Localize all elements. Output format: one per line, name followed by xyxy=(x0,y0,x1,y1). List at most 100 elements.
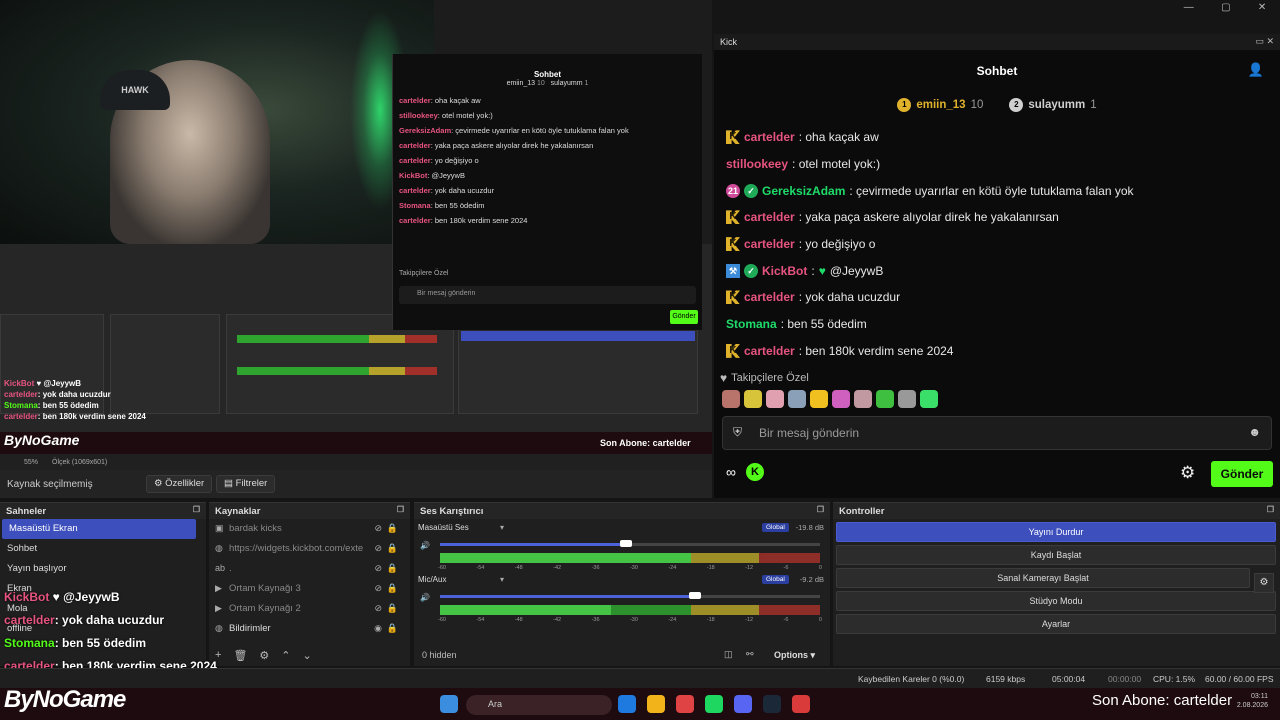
control-button[interactable]: Kaydı Başlat xyxy=(836,545,1276,565)
chat-username[interactable]: stillookeey xyxy=(726,157,788,171)
kick-badge-icon: K xyxy=(726,210,740,225)
chat-username[interactable]: cartelder xyxy=(744,237,795,251)
zoom-level[interactable]: 55% xyxy=(24,459,38,466)
nested-chat-text: ben 180k verdim sene 2024 xyxy=(434,216,528,225)
chat-username[interactable]: GereksizAdam xyxy=(762,184,845,198)
canvas-scale[interactable]: Ölçek (1069x601) xyxy=(52,459,107,466)
move-down-button[interactable]: ⌄ xyxy=(303,649,312,662)
emote-icon[interactable] xyxy=(744,390,762,408)
source-item[interactable]: ▶ Ortam Kaynağı 3 ⊘ 🔒 xyxy=(209,579,410,599)
link-icon[interactable]: ⚯ xyxy=(746,649,754,660)
visibility-icon[interactable]: ⊘ xyxy=(374,563,382,574)
remove-source-button[interactable]: 🗑 xyxy=(233,649,247,662)
control-button[interactable]: Ayarlar xyxy=(836,614,1276,634)
layout-icon[interactable]: ◫ xyxy=(724,649,733,660)
taskbar-icons xyxy=(440,695,458,713)
emote-icon[interactable] xyxy=(920,390,938,408)
chat-username[interactable]: cartelder xyxy=(744,130,795,144)
chat-username[interactable]: KickBot xyxy=(762,264,807,278)
source-item[interactable]: ▶ Ortam Kaynağı 2 ⊘ 🔒 xyxy=(209,599,410,619)
maximize-button[interactable]: ▢ xyxy=(1221,2,1230,13)
lock-icon[interactable]: 🔒 xyxy=(387,563,398,574)
control-button[interactable]: Stüdyo Modu xyxy=(836,591,1276,611)
options-button[interactable]: Options ▾ xyxy=(774,650,815,661)
chat-input[interactable]: ⛨ Bir mesaj gönderin ☻ xyxy=(722,416,1272,450)
visibility-icon[interactable]: ⊘ xyxy=(374,583,382,594)
lock-icon[interactable]: 🔒 xyxy=(387,583,398,594)
filters-button[interactable]: ▤ Filtreler xyxy=(216,475,276,493)
minimize-button[interactable]: — xyxy=(1184,2,1194,13)
taskbar-app-icon[interactable] xyxy=(792,695,810,713)
source-item[interactable]: ◍ https://widgets.kickbot.com/exte ⊘ 🔒 xyxy=(209,539,410,559)
taskbar-app-icon[interactable] xyxy=(647,695,665,713)
taskbar-app-icon[interactable] xyxy=(763,695,781,713)
preview-zoom-bar: 55% Ölçek (1069x601) xyxy=(0,454,712,470)
lock-icon[interactable]: 🔒 xyxy=(387,523,398,534)
taskbar-app-icon[interactable] xyxy=(676,695,694,713)
scene-item[interactable]: Yayın başlıyor xyxy=(0,559,206,579)
users-icon[interactable]: 👤 xyxy=(1248,62,1264,78)
volume-thumb[interactable] xyxy=(620,540,633,547)
channel-dropdown-icon[interactable]: ▾ xyxy=(500,523,504,532)
channel-dropdown-icon[interactable]: ▾ xyxy=(500,575,504,584)
emoji-icon[interactable]: ☻ xyxy=(1248,425,1261,439)
lock-icon[interactable]: 🔒 xyxy=(387,543,398,554)
infinity-icon[interactable]: ∞ xyxy=(726,464,736,480)
taskbar-app-icon[interactable] xyxy=(734,695,752,713)
visibility-icon[interactable]: ⊘ xyxy=(374,603,382,614)
visibility-icon[interactable]: ◉ xyxy=(374,623,382,634)
mixer-footer: 0 hidden ◫ ⚯ Options ▾ xyxy=(414,644,830,666)
undock-icon[interactable]: ❐ xyxy=(193,505,200,514)
close-button[interactable]: ✕ xyxy=(1258,2,1266,13)
undock-icon[interactable]: ❐ xyxy=(397,505,404,514)
speaker-icon[interactable]: 🔊 xyxy=(420,541,430,550)
nested-abone: Son Abone: cartelder xyxy=(600,438,691,448)
taskbar-app-icon[interactable] xyxy=(618,695,636,713)
properties-button[interactable]: ⚙ Özellikler xyxy=(146,475,213,493)
visibility-icon[interactable]: ⊘ xyxy=(374,523,382,534)
emote-icon[interactable] xyxy=(810,390,828,408)
emote-icon[interactable] xyxy=(832,390,850,408)
tick-label: -42 xyxy=(553,617,562,623)
undock-icon[interactable]: ❐ xyxy=(817,505,824,514)
mixer-channel: Mic/Aux ▾ Global -9.2 dB 🔊 -60 -54 -48 -42 -36 -30… xyxy=(414,575,830,625)
emote-icon[interactable] xyxy=(876,390,894,408)
emote-icon[interactable] xyxy=(898,390,916,408)
chat-username[interactable]: Stomana xyxy=(726,317,777,331)
emote-icon[interactable] xyxy=(722,390,740,408)
emote-icon[interactable] xyxy=(788,390,806,408)
move-up-button[interactable]: ⌃ xyxy=(281,649,290,662)
visibility-icon[interactable]: ⊘ xyxy=(374,543,382,554)
chat-username[interactable]: cartelder xyxy=(744,210,795,224)
mention[interactable]: @JeyywB xyxy=(830,264,884,278)
control-button[interactable]: Yayını Durdur xyxy=(836,522,1276,542)
emote-icon[interactable] xyxy=(854,390,872,408)
volume-thumb[interactable] xyxy=(688,592,701,599)
dock-close-icon[interactable]: ▭ ✕ xyxy=(1255,36,1274,47)
scene-item[interactable]: Masaüstü Ekran xyxy=(2,519,196,539)
taskbar-search[interactable]: Ara xyxy=(466,695,612,715)
source-settings-button[interactable]: ⚙ xyxy=(259,649,269,662)
source-item[interactable]: ▣ bardak kicks ⊘ 🔒 xyxy=(209,519,410,539)
send-button[interactable]: Gönder xyxy=(1211,461,1273,487)
lock-icon[interactable]: 🔒 xyxy=(387,603,398,614)
channel-db: -9.2 dB xyxy=(799,575,824,584)
windows-start-icon[interactable] xyxy=(440,695,458,713)
emote-icon[interactable] xyxy=(766,390,784,408)
speaker-icon[interactable]: 🔊 xyxy=(420,593,430,602)
source-item[interactable]: ab. ⊘ 🔒 xyxy=(209,559,410,579)
gear-icon[interactable]: ⚙ xyxy=(1180,463,1195,483)
source-item[interactable]: ◍ Bildirimler ◉ 🔒 xyxy=(209,619,410,639)
chat-username[interactable]: cartelder xyxy=(744,290,795,304)
scene-item[interactable]: Sohbet xyxy=(0,539,206,559)
scenes-title: Sahneler xyxy=(6,506,47,517)
kick-icon[interactable]: K xyxy=(745,463,764,481)
taskbar-app-icon[interactable] xyxy=(705,695,723,713)
control-button[interactable]: Sanal Kamerayı Başlat xyxy=(836,568,1250,588)
lock-icon[interactable]: 🔒 xyxy=(387,623,398,634)
undock-icon[interactable]: ❐ xyxy=(1267,505,1274,514)
virtual-cam-settings-icon[interactable]: ⚙ xyxy=(1254,573,1274,593)
emote-bar[interactable] xyxy=(722,390,938,408)
chat-username[interactable]: cartelder xyxy=(744,344,795,358)
volume-slider[interactable] xyxy=(440,595,820,598)
